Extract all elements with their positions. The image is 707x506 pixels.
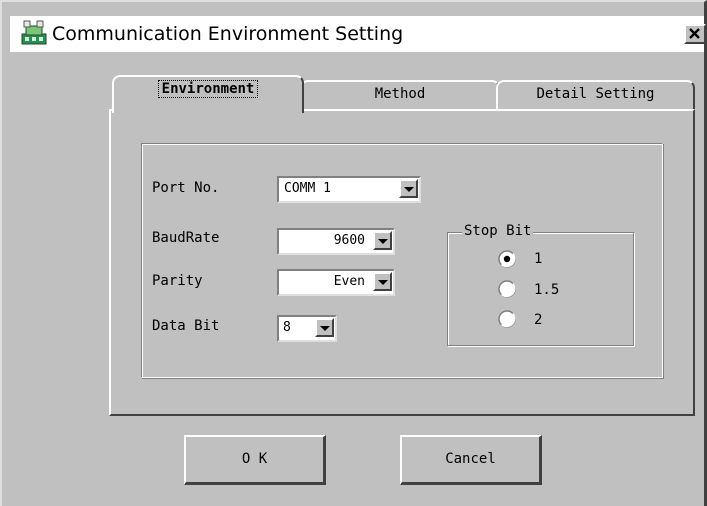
tab-method-label: Method bbox=[374, 86, 426, 102]
chevron-down-icon[interactable] bbox=[373, 272, 392, 291]
chevron-down-icon[interactable] bbox=[399, 179, 418, 198]
port-value: COMM 1 bbox=[284, 181, 331, 196]
stop-bit-legend: Stop Bit bbox=[462, 223, 534, 239]
close-icon bbox=[689, 28, 700, 39]
stop-bit-group: Stop Bit 1 1.5 2 bbox=[447, 223, 634, 346]
baudrate-label: BaudRate bbox=[152, 230, 220, 246]
close-button[interactable] bbox=[684, 24, 706, 44]
tab-detail-setting-label: Detail Setting bbox=[536, 86, 655, 102]
ok-button[interactable]: O K bbox=[184, 435, 326, 485]
tab-environment[interactable]: Environment bbox=[112, 75, 304, 113]
databit-select[interactable]: 8 bbox=[277, 315, 337, 342]
window-title: Communication Environment Setting bbox=[52, 23, 404, 45]
databit-value: 8 bbox=[283, 320, 291, 335]
title-bar[interactable]: Communication Environment Setting bbox=[10, 16, 706, 52]
chevron-down-icon[interactable] bbox=[373, 231, 392, 250]
stop-bit-option-1: 1 bbox=[534, 251, 543, 267]
parity-select[interactable]: Even bbox=[277, 269, 395, 296]
stop-bit-option-1-5: 1.5 bbox=[534, 282, 560, 298]
stop-bit-radio-1-5[interactable] bbox=[498, 280, 516, 298]
tab-environment-label: Environment bbox=[157, 80, 259, 98]
parity-value: Even bbox=[333, 274, 365, 289]
baudrate-select[interactable]: 9600 bbox=[277, 228, 395, 255]
stop-bit-radio-1[interactable] bbox=[498, 250, 516, 268]
port-select[interactable]: COMM 1 bbox=[277, 176, 421, 203]
databit-label: Data Bit bbox=[152, 318, 220, 334]
stop-bit-radio-2[interactable] bbox=[498, 310, 516, 328]
network-icon bbox=[21, 20, 47, 45]
baudrate-value: 9600 bbox=[333, 233, 365, 248]
tab-detail-setting[interactable]: Detail Setting bbox=[496, 80, 695, 110]
cancel-button[interactable]: Cancel bbox=[400, 435, 542, 485]
stop-bit-option-2: 2 bbox=[534, 312, 543, 328]
port-label: Port No. bbox=[152, 180, 220, 196]
tab-method[interactable]: Method bbox=[300, 80, 500, 110]
communication-dialog: Communication Environment Setting Enviro… bbox=[0, 0, 707, 506]
chevron-down-icon[interactable] bbox=[315, 318, 334, 337]
parity-label: Parity bbox=[152, 273, 203, 289]
